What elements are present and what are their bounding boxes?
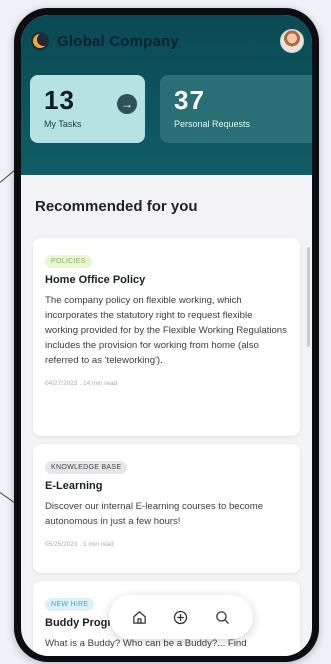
personal-requests-count: 37 [174,85,205,115]
company-name: Global Company [57,33,179,50]
card-meta: 04/27/2023 . 14 min read [45,380,118,387]
scrollbar[interactable] [307,247,310,347]
plus-circle-icon[interactable] [168,604,194,630]
category-tag: POLICIES [45,255,92,268]
arrow-right-icon[interactable]: → [117,94,137,114]
search-icon[interactable] [209,604,235,630]
home-icon[interactable] [127,604,153,630]
bottom-nav [109,595,253,639]
card-title: E-Learning [45,480,103,492]
card-title: Home Office Policy [45,274,146,286]
card-body: Discover our internal E-learning courses… [45,501,264,527]
card-meta: 05/25/2023 . 1 min read [45,541,114,548]
personal-requests-card[interactable]: 37 Personal Requests → [160,75,312,143]
card-body: The company policy on flexible working, … [45,295,287,366]
top-bar: Global Company [29,29,304,55]
user-avatar-icon[interactable] [280,29,304,53]
header: Global Company 13 My Tasks → 37 Personal… [21,15,312,175]
category-tag: KNOWLEDGE BASE [45,461,128,474]
category-tag: NEW HIRE [45,598,95,611]
app-screen: Global Company 13 My Tasks → 37 Personal… [21,15,312,656]
phone-frame: Global Company 13 My Tasks → 37 Personal… [14,8,319,662]
recommendation-card[interactable]: KNOWLEDGE BASE E-Learning Discover our i… [33,444,300,573]
personal-requests-label: Personal Requests [174,119,251,129]
recommendation-card[interactable]: POLICIES Home Office Policy The company … [33,238,300,436]
my-tasks-label: My Tasks [44,119,82,129]
company-logo-icon [31,32,49,50]
my-tasks-card[interactable]: 13 My Tasks → [30,75,145,143]
section-title: Recommended for you [35,198,198,215]
